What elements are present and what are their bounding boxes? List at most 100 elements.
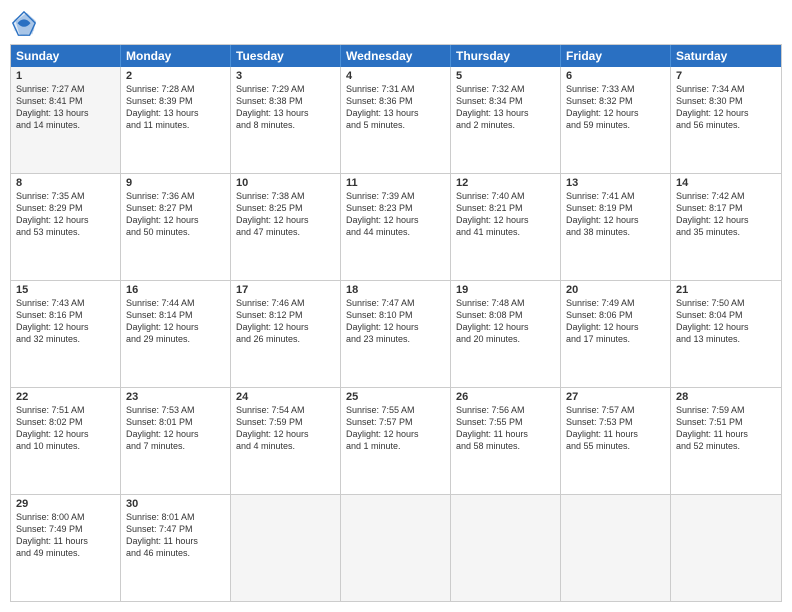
day-number: 10	[236, 177, 335, 189]
cell-content: Sunrise: 7:54 AMSunset: 7:59 PMDaylight:…	[236, 404, 335, 453]
day-number: 15	[16, 284, 115, 296]
calendar-cell: 11Sunrise: 7:39 AMSunset: 8:23 PMDayligh…	[341, 174, 451, 280]
calendar-cell: 25Sunrise: 7:55 AMSunset: 7:57 PMDayligh…	[341, 388, 451, 494]
day-number: 30	[126, 498, 225, 510]
cell-content: Sunrise: 7:35 AMSunset: 8:29 PMDaylight:…	[16, 190, 115, 239]
day-number: 3	[236, 70, 335, 82]
cell-content: Sunrise: 7:43 AMSunset: 8:16 PMDaylight:…	[16, 297, 115, 346]
cell-content: Sunrise: 7:42 AMSunset: 8:17 PMDaylight:…	[676, 190, 776, 239]
day-number: 13	[566, 177, 665, 189]
day-number: 27	[566, 391, 665, 403]
cell-content: Sunrise: 7:48 AMSunset: 8:08 PMDaylight:…	[456, 297, 555, 346]
calendar-cell	[451, 495, 561, 601]
calendar-cell: 24Sunrise: 7:54 AMSunset: 7:59 PMDayligh…	[231, 388, 341, 494]
calendar-cell: 20Sunrise: 7:49 AMSunset: 8:06 PMDayligh…	[561, 281, 671, 387]
cell-content: Sunrise: 7:34 AMSunset: 8:30 PMDaylight:…	[676, 83, 776, 132]
day-number: 26	[456, 391, 555, 403]
cell-content: Sunrise: 8:01 AMSunset: 7:47 PMDaylight:…	[126, 511, 225, 560]
cell-content: Sunrise: 7:33 AMSunset: 8:32 PMDaylight:…	[566, 83, 665, 132]
calendar-body: 1Sunrise: 7:27 AMSunset: 8:41 PMDaylight…	[11, 67, 781, 601]
header	[10, 10, 782, 38]
calendar-cell	[341, 495, 451, 601]
day-number: 19	[456, 284, 555, 296]
day-number: 18	[346, 284, 445, 296]
calendar-cell: 5Sunrise: 7:32 AMSunset: 8:34 PMDaylight…	[451, 67, 561, 173]
calendar-cell: 16Sunrise: 7:44 AMSunset: 8:14 PMDayligh…	[121, 281, 231, 387]
calendar-row-2: 15Sunrise: 7:43 AMSunset: 8:16 PMDayligh…	[11, 280, 781, 387]
cell-content: Sunrise: 7:36 AMSunset: 8:27 PMDaylight:…	[126, 190, 225, 239]
page: SundayMondayTuesdayWednesdayThursdayFrid…	[0, 0, 792, 612]
calendar-row-3: 22Sunrise: 7:51 AMSunset: 8:02 PMDayligh…	[11, 387, 781, 494]
day-number: 2	[126, 70, 225, 82]
calendar-cell: 9Sunrise: 7:36 AMSunset: 8:27 PMDaylight…	[121, 174, 231, 280]
calendar-cell: 1Sunrise: 7:27 AMSunset: 8:41 PMDaylight…	[11, 67, 121, 173]
calendar-cell: 18Sunrise: 7:47 AMSunset: 8:10 PMDayligh…	[341, 281, 451, 387]
calendar-row-0: 1Sunrise: 7:27 AMSunset: 8:41 PMDaylight…	[11, 67, 781, 173]
day-number: 24	[236, 391, 335, 403]
cell-content: Sunrise: 7:27 AMSunset: 8:41 PMDaylight:…	[16, 83, 115, 132]
day-number: 20	[566, 284, 665, 296]
cell-content: Sunrise: 7:41 AMSunset: 8:19 PMDaylight:…	[566, 190, 665, 239]
cell-content: Sunrise: 7:49 AMSunset: 8:06 PMDaylight:…	[566, 297, 665, 346]
cell-content: Sunrise: 7:59 AMSunset: 7:51 PMDaylight:…	[676, 404, 776, 453]
day-number: 17	[236, 284, 335, 296]
calendar-cell: 21Sunrise: 7:50 AMSunset: 8:04 PMDayligh…	[671, 281, 781, 387]
day-number: 9	[126, 177, 225, 189]
calendar-cell: 6Sunrise: 7:33 AMSunset: 8:32 PMDaylight…	[561, 67, 671, 173]
calendar-cell: 2Sunrise: 7:28 AMSunset: 8:39 PMDaylight…	[121, 67, 231, 173]
calendar-cell: 10Sunrise: 7:38 AMSunset: 8:25 PMDayligh…	[231, 174, 341, 280]
day-number: 6	[566, 70, 665, 82]
calendar-cell: 19Sunrise: 7:48 AMSunset: 8:08 PMDayligh…	[451, 281, 561, 387]
calendar-cell: 17Sunrise: 7:46 AMSunset: 8:12 PMDayligh…	[231, 281, 341, 387]
header-day-thursday: Thursday	[451, 45, 561, 67]
cell-content: Sunrise: 7:39 AMSunset: 8:23 PMDaylight:…	[346, 190, 445, 239]
cell-content: Sunrise: 7:51 AMSunset: 8:02 PMDaylight:…	[16, 404, 115, 453]
day-number: 25	[346, 391, 445, 403]
cell-content: Sunrise: 7:55 AMSunset: 7:57 PMDaylight:…	[346, 404, 445, 453]
cell-content: Sunrise: 7:38 AMSunset: 8:25 PMDaylight:…	[236, 190, 335, 239]
calendar-cell: 14Sunrise: 7:42 AMSunset: 8:17 PMDayligh…	[671, 174, 781, 280]
calendar-cell: 15Sunrise: 7:43 AMSunset: 8:16 PMDayligh…	[11, 281, 121, 387]
header-day-friday: Friday	[561, 45, 671, 67]
logo	[10, 10, 42, 38]
day-number: 8	[16, 177, 115, 189]
calendar-row-1: 8Sunrise: 7:35 AMSunset: 8:29 PMDaylight…	[11, 173, 781, 280]
calendar-cell	[671, 495, 781, 601]
cell-content: Sunrise: 7:29 AMSunset: 8:38 PMDaylight:…	[236, 83, 335, 132]
day-number: 12	[456, 177, 555, 189]
day-number: 16	[126, 284, 225, 296]
cell-content: Sunrise: 8:00 AMSunset: 7:49 PMDaylight:…	[16, 511, 115, 560]
day-number: 28	[676, 391, 776, 403]
day-number: 7	[676, 70, 776, 82]
day-number: 23	[126, 391, 225, 403]
day-number: 11	[346, 177, 445, 189]
day-number: 21	[676, 284, 776, 296]
day-number: 14	[676, 177, 776, 189]
day-number: 5	[456, 70, 555, 82]
cell-content: Sunrise: 7:53 AMSunset: 8:01 PMDaylight:…	[126, 404, 225, 453]
calendar-cell: 12Sunrise: 7:40 AMSunset: 8:21 PMDayligh…	[451, 174, 561, 280]
cell-content: Sunrise: 7:46 AMSunset: 8:12 PMDaylight:…	[236, 297, 335, 346]
calendar-cell: 26Sunrise: 7:56 AMSunset: 7:55 PMDayligh…	[451, 388, 561, 494]
header-day-monday: Monday	[121, 45, 231, 67]
header-day-wednesday: Wednesday	[341, 45, 451, 67]
header-day-tuesday: Tuesday	[231, 45, 341, 67]
calendar-cell	[231, 495, 341, 601]
cell-content: Sunrise: 7:32 AMSunset: 8:34 PMDaylight:…	[456, 83, 555, 132]
cell-content: Sunrise: 7:31 AMSunset: 8:36 PMDaylight:…	[346, 83, 445, 132]
cell-content: Sunrise: 7:28 AMSunset: 8:39 PMDaylight:…	[126, 83, 225, 132]
calendar-cell: 4Sunrise: 7:31 AMSunset: 8:36 PMDaylight…	[341, 67, 451, 173]
calendar-cell	[561, 495, 671, 601]
cell-content: Sunrise: 7:47 AMSunset: 8:10 PMDaylight:…	[346, 297, 445, 346]
cell-content: Sunrise: 7:57 AMSunset: 7:53 PMDaylight:…	[566, 404, 665, 453]
day-number: 4	[346, 70, 445, 82]
calendar-cell: 30Sunrise: 8:01 AMSunset: 7:47 PMDayligh…	[121, 495, 231, 601]
calendar-cell: 13Sunrise: 7:41 AMSunset: 8:19 PMDayligh…	[561, 174, 671, 280]
calendar-cell: 27Sunrise: 7:57 AMSunset: 7:53 PMDayligh…	[561, 388, 671, 494]
calendar-cell: 22Sunrise: 7:51 AMSunset: 8:02 PMDayligh…	[11, 388, 121, 494]
calendar-cell: 3Sunrise: 7:29 AMSunset: 8:38 PMDaylight…	[231, 67, 341, 173]
calendar: SundayMondayTuesdayWednesdayThursdayFrid…	[10, 44, 782, 602]
logo-icon	[10, 10, 38, 38]
calendar-cell: 8Sunrise: 7:35 AMSunset: 8:29 PMDaylight…	[11, 174, 121, 280]
calendar-cell: 29Sunrise: 8:00 AMSunset: 7:49 PMDayligh…	[11, 495, 121, 601]
